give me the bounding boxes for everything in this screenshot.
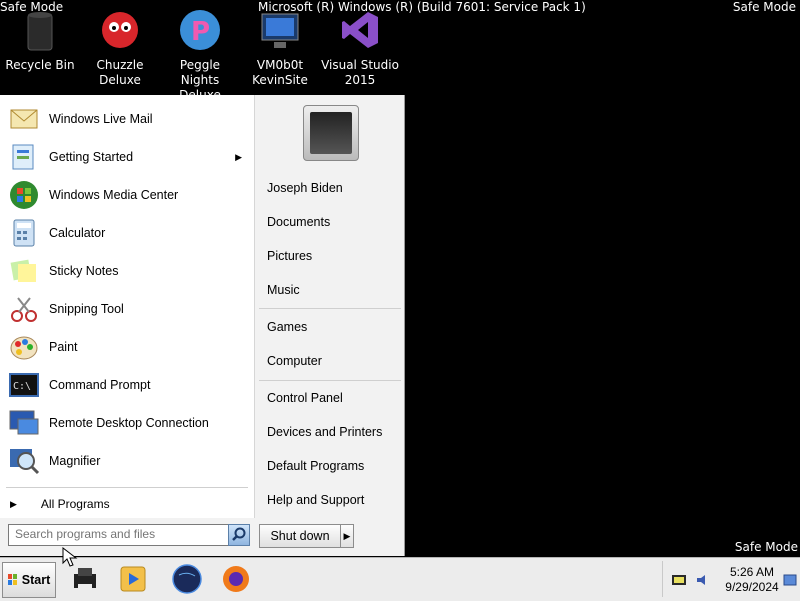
program-label: Command Prompt — [49, 378, 151, 392]
action-center-icon[interactable] — [671, 573, 687, 587]
search-icon — [232, 527, 246, 541]
programs-divider — [6, 487, 248, 488]
start-menu-programs-pane: Windows Live Mail Getting Started ▶ Wind… — [0, 95, 255, 518]
program-label: Magnifier — [49, 454, 101, 468]
snipping-tool-icon — [8, 293, 40, 325]
places-item-computer[interactable]: Computer — [267, 350, 401, 372]
desktop-icon-visual-studio[interactable]: Visual Studio 2015 — [321, 6, 399, 88]
volume-icon[interactable] — [695, 573, 711, 587]
program-label: Snipping Tool — [49, 302, 124, 316]
calculator-icon — [8, 217, 40, 249]
program-label: Sticky Notes — [49, 264, 119, 278]
program-item-paint[interactable]: Paint — [8, 330, 248, 364]
desktop-icon-label-line2: 2015 — [344, 73, 376, 87]
desktop-icon-label-line1: VM0b0t — [256, 58, 304, 72]
program-item-remote-desktop[interactable]: Remote Desktop Connection — [8, 406, 248, 440]
notification-area: 5:26 AM 9/29/2024 — [662, 561, 799, 597]
sticky-notes-icon — [8, 255, 40, 287]
desktop-icon-label-line2: KevinSite — [252, 73, 308, 87]
all-programs-button[interactable]: ▶ All Programs — [10, 494, 250, 514]
visual-studio-icon — [336, 6, 384, 54]
program-label: Getting Started — [49, 150, 134, 164]
desktop-icon-recycle-bin[interactable]: Recycle Bin — [1, 6, 79, 73]
desktop-icon-chuzzle[interactable]: Chuzzle Deluxe — [81, 6, 159, 88]
taskbar-pinned-media-player[interactable] — [116, 562, 150, 596]
clock-date: 9/29/2024 — [725, 580, 779, 594]
peggle-icon: P — [176, 6, 224, 54]
program-item-calculator[interactable]: Calculator — [8, 216, 248, 250]
mouse-cursor-icon — [62, 547, 78, 567]
globe-icon — [172, 564, 202, 594]
desktop-icon-label-line2: Deluxe — [99, 73, 141, 87]
program-item-windows-media-center[interactable]: Windows Media Center — [8, 178, 248, 212]
desktop-icon-vm[interactable]: VM0b0t KevinSite — [241, 6, 319, 88]
program-label: Remote Desktop Connection — [49, 416, 209, 430]
paint-icon — [8, 331, 40, 363]
firefox-icon — [223, 566, 249, 592]
desktop-icon-label-line1: Chuzzle — [96, 58, 144, 72]
desktop-icon-label: Recycle Bin — [5, 58, 75, 72]
safe-mode-label-bottom-right: Safe Mode — [734, 540, 798, 554]
program-label: Paint — [49, 340, 78, 354]
places-item-documents[interactable]: Documents — [267, 211, 401, 233]
media-center-icon — [8, 179, 40, 211]
all-programs-label: All Programs — [40, 497, 110, 511]
svg-text:C:\: C:\ — [13, 381, 31, 392]
submenu-arrow-icon: ▶ — [235, 151, 242, 162]
show-desktop-icon[interactable] — [783, 573, 799, 587]
places-divider — [259, 380, 401, 381]
vm-monitor-icon — [256, 6, 304, 54]
search-button[interactable] — [228, 524, 250, 546]
windows-flag-icon — [7, 574, 17, 585]
program-item-snipping-tool[interactable]: Snipping Tool — [8, 292, 248, 326]
program-label: Windows Media Center — [49, 188, 179, 202]
taskbar-pinned-firefox[interactable] — [219, 562, 253, 596]
places-divider — [259, 308, 401, 309]
shut-down-options-button[interactable]: ▶ — [340, 524, 354, 548]
safe-mode-label-top-right: Safe Mode — [732, 0, 796, 14]
program-label: Windows Live Mail — [49, 112, 153, 126]
getting-started-icon — [8, 141, 40, 173]
user-avatar[interactable] — [303, 105, 359, 161]
places-item-pictures[interactable]: Pictures — [267, 245, 401, 267]
remote-desktop-icon — [8, 407, 40, 439]
desktop-icon-label-line1: Visual Studio — [321, 58, 399, 72]
places-item-help-support[interactable]: Help and Support — [267, 489, 401, 511]
program-item-command-prompt[interactable]: C:\ Command Prompt — [8, 368, 248, 402]
places-item-music[interactable]: Music — [267, 279, 401, 301]
program-item-windows-live-mail[interactable]: Windows Live Mail — [8, 102, 248, 136]
svg-text:P: P — [191, 17, 210, 47]
shut-down-button[interactable]: Shut down — [259, 524, 341, 548]
search-programs-box[interactable] — [8, 524, 231, 546]
start-menu-places-pane: Joseph Biden Documents Pictures Music Ga… — [255, 95, 404, 556]
taskbar-pinned-globe[interactable] — [170, 562, 204, 596]
search-input[interactable] — [9, 525, 231, 543]
program-item-getting-started[interactable]: Getting Started ▶ — [8, 140, 248, 174]
places-item-control-panel[interactable]: Control Panel — [267, 387, 401, 409]
desktop-icon-peggle[interactable]: P Peggle Nights Deluxe — [161, 6, 239, 103]
magnifier-icon — [8, 445, 40, 477]
clock-time: 5:26 AM — [729, 565, 775, 579]
chevron-right-icon: ▶ — [343, 531, 351, 541]
places-item-games[interactable]: Games — [267, 316, 401, 338]
recycle-bin-icon — [16, 6, 64, 54]
media-player-icon — [120, 566, 146, 592]
command-prompt-icon: C:\ — [8, 369, 40, 401]
places-item-devices-printers[interactable]: Devices and Printers — [267, 421, 401, 443]
program-label: Calculator — [49, 226, 106, 240]
places-item-default-programs[interactable]: Default Programs — [267, 455, 401, 477]
places-item-user-folder[interactable]: Joseph Biden — [267, 177, 401, 199]
desktop-icon-label-line1: Peggle Nights — [179, 58, 221, 87]
start-menu: Windows Live Mail Getting Started ▶ Wind… — [0, 95, 405, 556]
taskbar: Start 5:26 AM 9/29/2024 — [0, 557, 800, 601]
program-item-sticky-notes[interactable]: Sticky Notes — [8, 254, 248, 288]
mail-icon — [8, 103, 40, 135]
chuzzle-icon — [96, 6, 144, 54]
start-button[interactable]: Start — [2, 562, 56, 598]
program-item-magnifier[interactable]: Magnifier — [8, 444, 248, 478]
start-label: Start — [21, 573, 51, 587]
expand-arrow-icon: ▶ — [10, 498, 17, 509]
system-clock[interactable]: 5:26 AM 9/29/2024 — [719, 565, 785, 595]
